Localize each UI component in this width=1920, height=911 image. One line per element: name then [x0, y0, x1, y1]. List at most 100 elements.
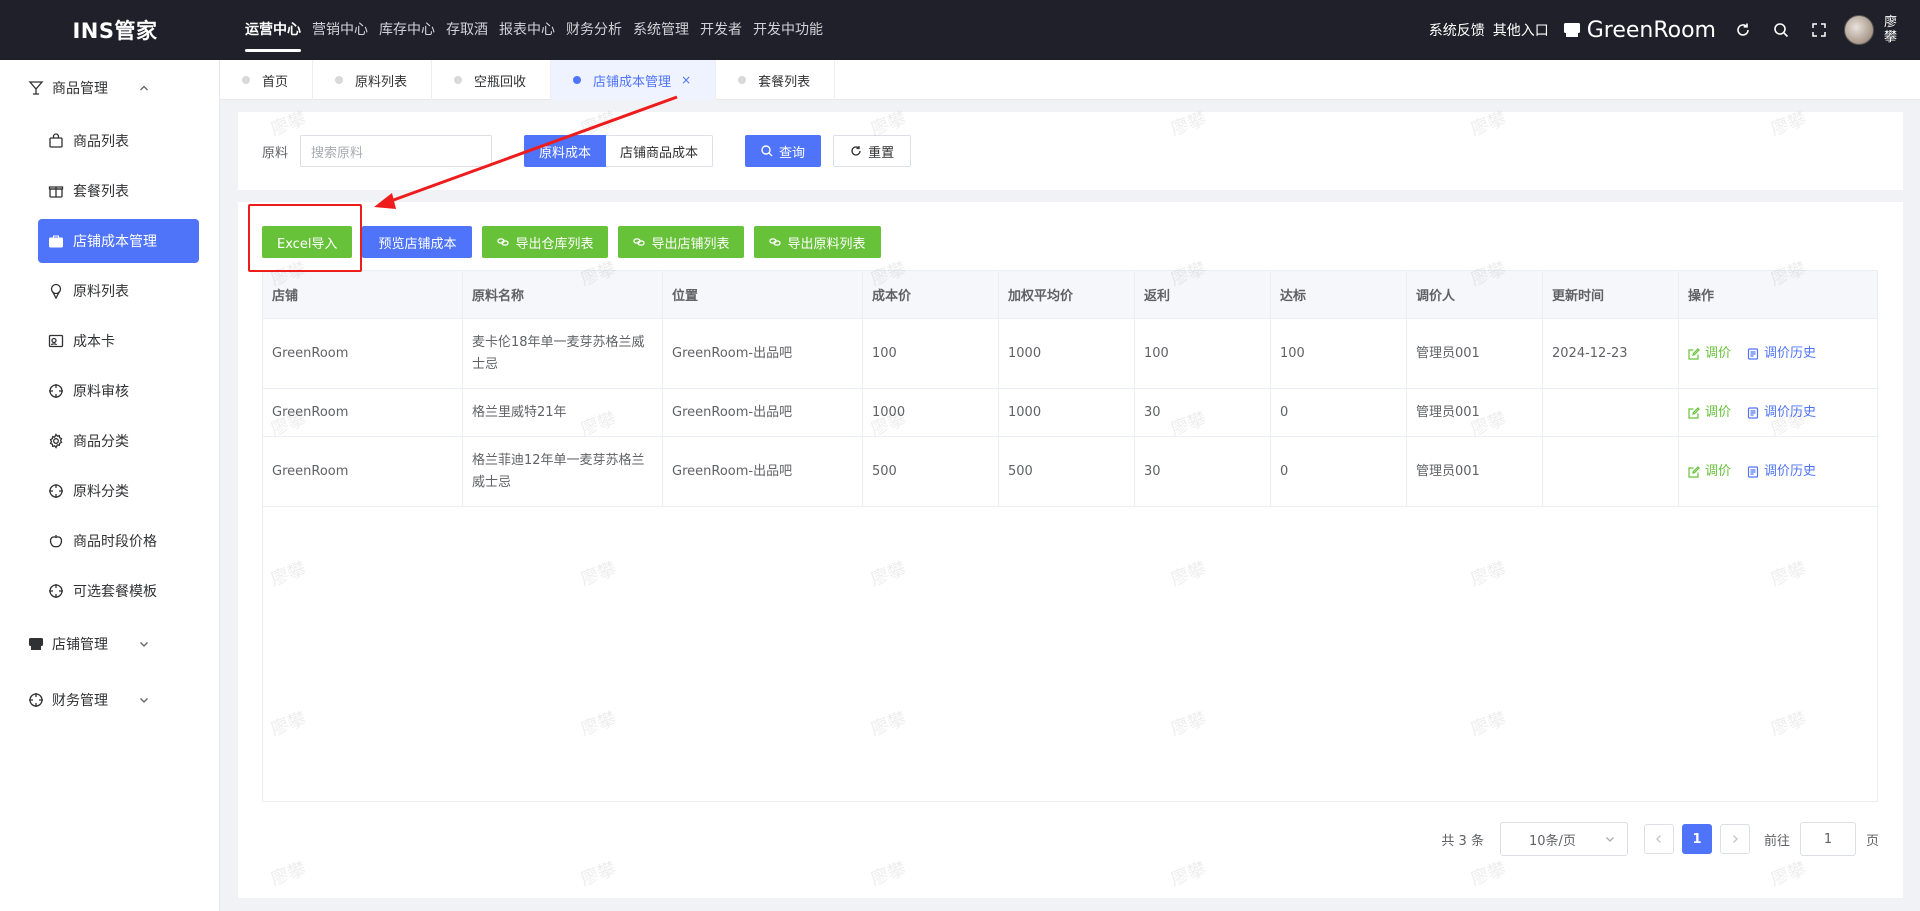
- sidebar-item-combo-list[interactable]: 套餐列表: [0, 166, 219, 216]
- menu-group-store[interactable]: 店铺管理: [0, 616, 219, 672]
- document-icon: [1747, 465, 1759, 478]
- price-history-link[interactable]: 调价历史: [1747, 402, 1816, 424]
- col-weighted-avg: 加权平均价: [999, 271, 1135, 318]
- top-nav-dev-features[interactable]: 开发中功能: [753, 0, 823, 60]
- adjust-price-link[interactable]: 调价: [1688, 343, 1731, 365]
- total-count: 共 3 条: [1441, 833, 1484, 849]
- app-logo[interactable]: INS管家: [0, 15, 230, 45]
- price-history-link[interactable]: 调价历史: [1747, 461, 1816, 483]
- refresh-icon[interactable]: [1734, 21, 1752, 39]
- document-icon: [1747, 347, 1759, 360]
- tab-material-list[interactable]: 原料列表: [313, 60, 433, 100]
- top-nav-reports[interactable]: 报表中心: [499, 0, 555, 60]
- tab-close-icon[interactable]: ×: [681, 73, 691, 87]
- top-nav-inventory[interactable]: 库存中心: [379, 0, 435, 60]
- tab-empty-bottle[interactable]: 空瓶回收: [432, 60, 552, 100]
- sidebar-item-label: 店铺成本管理: [73, 234, 157, 250]
- col-updated: 更新时间: [1543, 271, 1679, 318]
- prev-page-button[interactable]: [1643, 824, 1674, 854]
- main-panel: Excel导入 预览店铺成本 导出仓库列表 导出店铺列表 导出原料列表 店铺 原…: [238, 202, 1903, 898]
- goblet-icon: [28, 80, 44, 96]
- tab-store-cost[interactable]: 店铺成本管理 ×: [551, 60, 717, 100]
- menu-group-products[interactable]: 商品管理: [0, 60, 219, 116]
- material-label: 原料: [262, 145, 289, 161]
- cell-actions: 调价 调价历史: [1679, 319, 1877, 388]
- goto-page-input[interactable]: 1: [1799, 822, 1856, 856]
- pagination: 共 3 条 10条/页 1 前往 1 页: [1441, 822, 1879, 856]
- user-name[interactable]: 廖攀: [1884, 15, 1900, 45]
- cell-weighted-avg: 500: [999, 437, 1135, 506]
- briefcase-icon: [48, 233, 64, 249]
- cell-cost-price: 100: [863, 319, 999, 388]
- top-nav-finance[interactable]: 财务分析: [566, 0, 622, 60]
- top-nav-marketing[interactable]: 营销中心: [312, 0, 368, 60]
- store-product-cost-option[interactable]: 店铺商品成本: [606, 135, 714, 167]
- top-nav-system[interactable]: 系统管理: [633, 0, 689, 60]
- document-icon: [1747, 406, 1759, 419]
- export-material-button[interactable]: 导出原料列表: [754, 226, 881, 258]
- tab-label: 首页: [262, 74, 289, 90]
- col-rebate: 返利: [1135, 271, 1271, 318]
- sidebar-item-product-list[interactable]: 商品列表: [0, 116, 219, 166]
- top-nav-developer[interactable]: 开发者: [700, 0, 742, 60]
- fullscreen-icon[interactable]: [1810, 21, 1828, 39]
- sidebar: 商品管理 商品列表 套餐列表 店铺成本管理 原料列表 成本卡 原料审核 商品分类…: [0, 60, 220, 911]
- sidebar-item-material-review[interactable]: 原料审核: [0, 366, 219, 416]
- preview-store-cost-button[interactable]: 预览店铺成本: [362, 226, 473, 258]
- export-warehouse-label: 导出仓库列表: [515, 236, 594, 252]
- menu-group-label: 财务管理: [52, 693, 108, 709]
- export-warehouse-button[interactable]: 导出仓库列表: [482, 226, 609, 258]
- edit-icon: [1688, 406, 1700, 419]
- material-search-input[interactable]: 搜索原料: [300, 135, 493, 167]
- cell-material-name: 格兰菲迪12年单一麦芽苏格兰威士忌: [463, 437, 663, 506]
- store-name[interactable]: GreenRoom: [1587, 18, 1716, 43]
- sidebar-item-time-price[interactable]: 商品时段价格: [0, 516, 219, 566]
- tab-label: 空瓶回收: [474, 74, 527, 90]
- adjust-price-link[interactable]: 调价: [1688, 402, 1731, 424]
- history-label: 调价历史: [1764, 463, 1817, 479]
- tab-combo-list[interactable]: 套餐列表: [716, 60, 836, 100]
- other-entry-link[interactable]: 其他入口: [1493, 20, 1549, 40]
- col-actions: 操作: [1688, 289, 1715, 304]
- export-store-button[interactable]: 导出店铺列表: [618, 226, 745, 258]
- user-avatar[interactable]: [1844, 15, 1874, 45]
- reset-button[interactable]: 重置: [833, 135, 912, 167]
- history-label: 调价历史: [1764, 404, 1817, 420]
- page-size-value: 10条/页: [1528, 833, 1576, 849]
- tab-dot: [454, 76, 463, 84]
- sidebar-item-store-cost[interactable]: 店铺成本管理: [38, 219, 199, 263]
- chevron-down-icon: [140, 642, 148, 647]
- search-icon[interactable]: [1772, 21, 1790, 39]
- sidebar-item-material-category[interactable]: 原料分类: [0, 466, 219, 516]
- page-size-select[interactable]: 10条/页: [1499, 822, 1628, 856]
- sidebar-item-combo-template[interactable]: 可选套餐模板: [0, 566, 219, 616]
- adjust-price-link[interactable]: 调价: [1688, 461, 1731, 483]
- query-button[interactable]: 查询: [745, 135, 822, 167]
- crosshair-icon: [48, 383, 64, 399]
- tab-dot: [335, 76, 344, 84]
- material-cost-option[interactable]: 原料成本: [524, 135, 607, 167]
- page-number-current[interactable]: 1: [1681, 824, 1712, 854]
- crosshair-icon: [48, 483, 64, 499]
- sidebar-item-material-list[interactable]: 原料列表: [0, 266, 219, 316]
- top-nav-wine-storage[interactable]: 存取酒: [446, 0, 488, 60]
- sidebar-item-cost-card[interactable]: 成本卡: [0, 316, 219, 366]
- menu-group-finance[interactable]: 财务管理: [0, 672, 219, 728]
- table-row: GreenRoom 格兰菲迪12年单一麦芽苏格兰威士忌 GreenRoom-出品…: [263, 437, 1877, 507]
- tab-label: 套餐列表: [758, 74, 811, 90]
- cost-type-switch: 原料成本 店铺商品成本: [524, 135, 714, 167]
- next-page-button[interactable]: [1719, 824, 1750, 854]
- store-icon: [1563, 23, 1580, 37]
- search-icon: [761, 145, 773, 157]
- feedback-link[interactable]: 系统反馈: [1429, 20, 1485, 40]
- sidebar-item-label: 可选套餐模板: [73, 584, 157, 600]
- top-bar: INS管家 运营中心 营销中心 库存中心 存取酒 报表中心 财务分析 系统管理 …: [0, 0, 1920, 60]
- tab-home[interactable]: 首页: [220, 60, 314, 100]
- cell-material-name: 格兰里威特21年: [463, 389, 663, 436]
- top-nav: 运营中心 营销中心 库存中心 存取酒 报表中心 财务分析 系统管理 开发者 开发…: [245, 0, 834, 60]
- goto-label: 前往: [1763, 833, 1790, 849]
- sidebar-item-product-category[interactable]: 商品分类: [0, 416, 219, 466]
- top-nav-operations[interactable]: 运营中心: [245, 0, 301, 60]
- crosshair-icon: [28, 692, 44, 708]
- price-history-link[interactable]: 调价历史: [1747, 343, 1816, 365]
